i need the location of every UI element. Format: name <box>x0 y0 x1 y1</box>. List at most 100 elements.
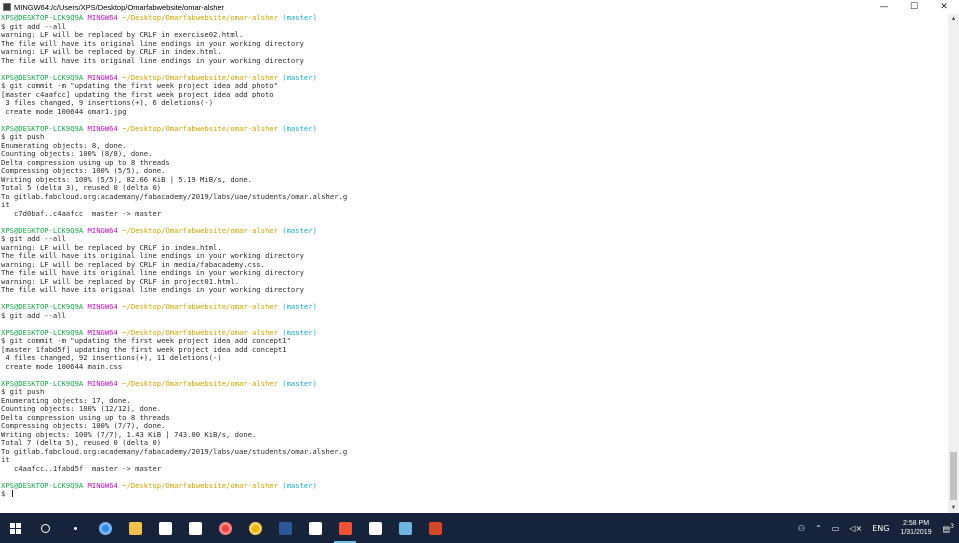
minimize-button[interactable]: — <box>869 0 899 14</box>
prompt-branch: (master) <box>282 123 317 133</box>
line-text: create mode 100644 omar1.jpg <box>1 106 127 116</box>
taskbar-button[interactable] <box>390 513 420 543</box>
prompt-user: XPS@DESKTOP-LCK9Q9A <box>1 480 84 490</box>
line-text: To gitlab.fabcloud.org:academany/fabacad… <box>1 191 348 201</box>
taskbar-button[interactable] <box>0 513 30 543</box>
taskbar-button[interactable] <box>420 513 450 543</box>
prompt-env: MINGW64 <box>87 480 118 490</box>
line-text: c4aafcc..1fabd5f master -> master <box>1 463 162 473</box>
notification-count: 3 <box>950 522 954 530</box>
prompt-path: ~/Desktop/Omarfabwebsite/omar-alsher <box>122 225 278 235</box>
prompt-path: ~/Desktop/Omarfabwebsite/omar-alsher <box>122 378 278 388</box>
prompt-line: XPS@DESKTOP-LCK9Q9A MINGW64 ~/Desktop/Om… <box>0 14 948 23</box>
title-bar: MINGW64:/c/Users/XPS/Desktop/Omarfabwebs… <box>0 0 959 14</box>
taskbar-icons <box>0 513 450 543</box>
line-text: The file will have its original line end… <box>1 55 304 65</box>
output-line: c4aafcc..1fabd5f master -> master <box>0 463 948 474</box>
file-explorer-icon <box>128 521 142 535</box>
scrollbar-thumb[interactable] <box>950 452 957 500</box>
output-line: The file will have its original line end… <box>0 285 948 295</box>
text-cursor <box>11 490 13 497</box>
taskbar-button[interactable] <box>30 513 60 543</box>
search-icon <box>40 523 50 533</box>
edge-icon <box>98 521 112 535</box>
people-icon[interactable]: ⚇ <box>798 524 805 533</box>
line-text: To gitlab.fabcloud.org:academany/fabacad… <box>1 446 348 456</box>
settings-icon <box>308 521 322 535</box>
output-line: To gitlab.fabcloud.org:academany/fabacad… <box>0 191 948 202</box>
line-text: The file will have its original line end… <box>1 285 304 294</box>
scroll-down-arrow-icon[interactable]: ▼ <box>948 503 959 513</box>
prompt-branch: (master) <box>282 302 317 311</box>
prompt-line: XPS@DESKTOP-LCK9Q9A MINGW64 ~/Desktop/Om… <box>0 225 948 236</box>
prompt-line: XPS@DESKTOP-LCK9Q9A MINGW64 ~/Desktop/Om… <box>0 302 948 312</box>
output-line: create mode 100644 main.css <box>0 361 948 372</box>
start-icon <box>9 522 21 534</box>
prompt-path: ~/Desktop/Omarfabwebsite/omar-alsher <box>122 123 278 133</box>
prompt-env: MINGW64 <box>87 378 118 388</box>
taskbar-button[interactable] <box>180 513 210 543</box>
app-icon <box>398 521 412 535</box>
taskbar-button[interactable] <box>270 513 300 543</box>
taskbar-button[interactable] <box>120 513 150 543</box>
command-input-line: $ <box>0 489 948 499</box>
system-tray: ⚇ ⌃ ▭ ◁× ENG 2:58 PM 1/31/2019 ▤3 <box>793 513 959 543</box>
photos-icon <box>368 521 382 535</box>
store-icon <box>188 521 202 535</box>
prompt-path: ~/Desktop/Omarfabwebsite/omar-alsher <box>122 480 278 490</box>
prompt-branch: (master) <box>282 378 317 388</box>
output-line: To gitlab.fabcloud.org:academany/fabacad… <box>0 446 948 457</box>
output-line: 3 files changed, 9 insertions(+), 6 dele… <box>0 98 948 108</box>
prompt-path: ~/Desktop/Omarfabwebsite/omar-alsher <box>122 302 278 311</box>
output-line: The file will have its original line end… <box>0 55 948 66</box>
app-icon <box>428 521 442 535</box>
prompt-line: XPS@DESKTOP-LCK9Q9A MINGW64 ~/Desktop/Om… <box>0 378 948 389</box>
window-controls: — ☐ ✕ <box>869 0 959 14</box>
taskbar-button[interactable] <box>330 513 360 543</box>
prompt-env: MINGW64 <box>87 14 118 22</box>
prompt-env: MINGW64 <box>87 123 118 133</box>
output-line: $ git push <box>0 387 948 397</box>
taskbar-button[interactable] <box>90 513 120 543</box>
prompt-branch: (master) <box>282 72 317 82</box>
network-icon[interactable]: ▭ <box>832 524 840 533</box>
task-view-icon <box>73 526 77 530</box>
language-indicator[interactable]: ENG <box>872 524 889 533</box>
taskbar-button[interactable] <box>300 513 330 543</box>
prompt-env: MINGW64 <box>87 302 118 311</box>
prompt-branch: (master) <box>282 14 317 22</box>
taskbar-button[interactable] <box>60 513 90 543</box>
chrome-icon <box>218 521 232 535</box>
prompt-branch: (master) <box>282 480 317 490</box>
show-hidden-icons-icon[interactable]: ⌃ <box>815 524 822 533</box>
prompt-line: XPS@DESKTOP-LCK9Q9A MINGW64 ~/Desktop/Om… <box>0 480 948 491</box>
output-line: create mode 100644 omar1.jpg <box>0 106 948 117</box>
volume-icon[interactable]: ◁× <box>849 524 862 533</box>
maximize-button[interactable]: ☐ <box>899 0 929 14</box>
vertical-scrollbar[interactable]: ▲ ▼ <box>948 14 959 513</box>
mingw-app-icon <box>3 3 11 11</box>
chrome-icon <box>248 521 262 535</box>
output-line: c7d0baf..c4aafcc master -> master <box>0 209 948 219</box>
output-line: $ git push <box>0 132 948 142</box>
terminal-output[interactable]: XPS@DESKTOP-LCK9Q9A MINGW64 ~/Desktop/Om… <box>0 14 948 513</box>
prompt-branch: (master) <box>282 225 317 235</box>
taskbar-button[interactable] <box>150 513 180 543</box>
command-prompt-symbol: $ <box>1 489 10 498</box>
prompt-env: MINGW64 <box>87 225 118 235</box>
close-button[interactable]: ✕ <box>929 0 959 14</box>
output-line: 4 files changed, 92 insertions(+), 11 de… <box>0 353 948 363</box>
window-title: MINGW64:/c/Users/XPS/Desktop/Omarfabwebs… <box>14 2 225 12</box>
taskbar-button[interactable] <box>240 513 270 543</box>
line-text: create mode 100644 main.css <box>1 361 123 371</box>
git-bash-icon <box>338 521 352 535</box>
taskbar-button[interactable] <box>360 513 390 543</box>
taskbar-button[interactable] <box>210 513 240 543</box>
output-line: $ git add --all <box>0 310 948 321</box>
action-center-icon[interactable]: ▤3 <box>943 523 954 534</box>
clock[interactable]: 2:58 PM 1/31/2019 <box>900 519 931 537</box>
line-text: $ git add --all <box>1 310 66 320</box>
word-icon <box>278 521 292 535</box>
clock-date: 1/31/2019 <box>900 529 932 536</box>
scroll-up-arrow-icon[interactable]: ▲ <box>948 14 959 24</box>
